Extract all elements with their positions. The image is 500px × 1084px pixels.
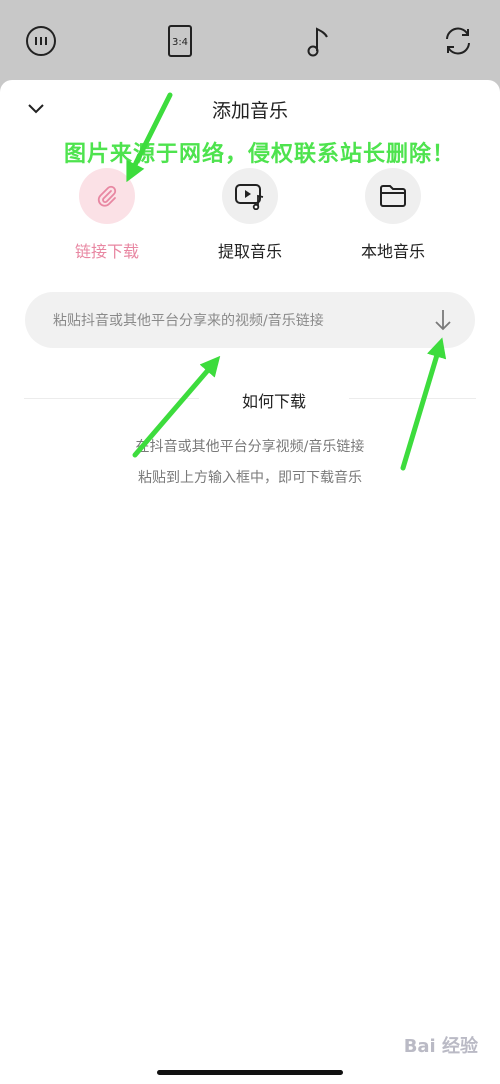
baidu-watermark: Bai 经验 xyxy=(403,1036,478,1057)
download-arrow-icon[interactable] xyxy=(429,306,457,334)
option-local-music[interactable]: 本地音乐 xyxy=(333,168,453,262)
option-label: 链接下载 xyxy=(74,242,139,261)
folder-icon xyxy=(365,168,421,224)
music-note-icon[interactable] xyxy=(297,20,339,62)
watermark-text: 图片来源于网络，侵权联系站长删除！ xyxy=(64,142,456,167)
option-extract-music[interactable]: 提取音乐 xyxy=(190,168,310,262)
sheet-header: 添加音乐 xyxy=(0,80,500,136)
howto-line-2: 粘贴到上方输入框中，即可下载音乐 xyxy=(138,470,362,486)
howto-header: 如何下载 xyxy=(24,384,476,414)
sheet-title: 添加音乐 xyxy=(211,100,288,122)
howto-line-1: 在抖音或其他平台分享视频/音乐链接 xyxy=(135,439,365,455)
option-label: 本地音乐 xyxy=(360,242,425,261)
home-indicator xyxy=(157,1070,343,1075)
link-paperclip-icon xyxy=(79,168,135,224)
option-link-download[interactable]: 链接下载 xyxy=(47,168,167,262)
rotate-icon[interactable] xyxy=(437,20,479,62)
editor-toolbar: 3:4 xyxy=(0,0,500,80)
aspect-ratio-icon[interactable]: 3:4 xyxy=(159,20,201,62)
link-input-container xyxy=(25,292,475,350)
aspect-ratio-label: 3:4 xyxy=(172,37,188,48)
link-input[interactable] xyxy=(51,292,425,350)
option-label: 提取音乐 xyxy=(217,242,282,261)
video-music-icon xyxy=(222,168,278,224)
menu-circle-icon[interactable] xyxy=(20,20,62,62)
add-music-sheet: 添加音乐 图片来源于网络，侵权联系站长删除！ 链接下载 提取音乐 本地音乐 粘贴… xyxy=(0,80,500,1084)
howto-title: 如何下载 xyxy=(199,388,349,412)
